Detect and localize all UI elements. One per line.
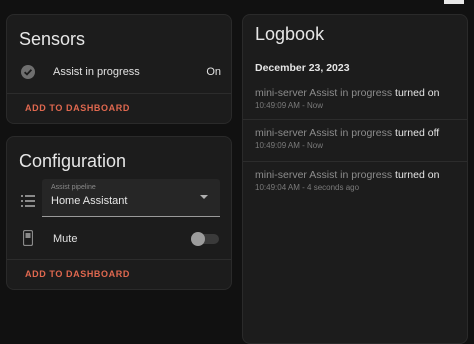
log-action: turned on	[395, 169, 440, 181]
logbook-entry[interactable]: mini-server Assist in progress turned on…	[255, 169, 439, 192]
log-entity[interactable]: mini-server Assist in progress	[255, 87, 392, 99]
corner-indicator	[444, 0, 464, 4]
sensors-item-label: Assist in progress	[53, 66, 140, 78]
sensors-item-value: On	[206, 66, 221, 78]
assist-pipeline-label: Assist pipeline	[51, 184, 96, 191]
configuration-title: Configuration	[19, 151, 127, 171]
sensors-divider	[7, 93, 231, 94]
mute-label: Mute	[53, 233, 78, 245]
chevron-down-icon	[200, 195, 208, 199]
log-action: turned off	[395, 127, 440, 139]
assist-pipeline-select[interactable]: Assist pipeline Home Assistant	[42, 179, 220, 217]
logbook-entry[interactable]: mini-server Assist in progress turned of…	[255, 127, 439, 150]
list-icon	[21, 194, 35, 212]
logbook-entry[interactable]: mini-server Assist in progress turned on…	[255, 87, 439, 110]
mute-toggle[interactable]	[191, 232, 219, 246]
configuration-card: Configuration Assist pipeline Home Assis…	[6, 136, 232, 290]
device-icon	[22, 229, 34, 251]
log-entity[interactable]: mini-server Assist in progress	[255, 127, 392, 139]
sensors-card: Sensors Assist in progress On ADD TO DAS…	[6, 14, 232, 124]
log-meta: 10:49:09 AM - Now	[255, 101, 324, 110]
logbook-divider	[243, 161, 467, 162]
check-circle-icon	[20, 64, 36, 85]
sensors-title: Sensors	[19, 29, 86, 49]
log-meta: 10:49:09 AM - Now	[255, 141, 324, 150]
assist-pipeline-value: Home Assistant	[51, 195, 128, 207]
log-meta: 10:49:04 AM - 4 seconds ago	[255, 183, 360, 192]
logbook-title: Logbook	[255, 24, 325, 44]
log-entity[interactable]: mini-server Assist in progress	[255, 169, 392, 181]
logbook-card: Logbook December 23, 2023 mini-server As…	[242, 14, 468, 344]
sensors-add-to-dashboard-button[interactable]: ADD TO DASHBOARD	[25, 103, 130, 113]
configuration-divider	[7, 259, 231, 260]
mute-toggle-thumb	[191, 232, 205, 246]
logbook-divider	[243, 119, 467, 120]
sensors-item-assist[interactable]: Assist in progress On	[7, 61, 233, 83]
logbook-date: December 23, 2023	[255, 62, 350, 74]
log-action: turned on	[395, 87, 440, 99]
configuration-add-to-dashboard-button[interactable]: ADD TO DASHBOARD	[25, 269, 130, 279]
